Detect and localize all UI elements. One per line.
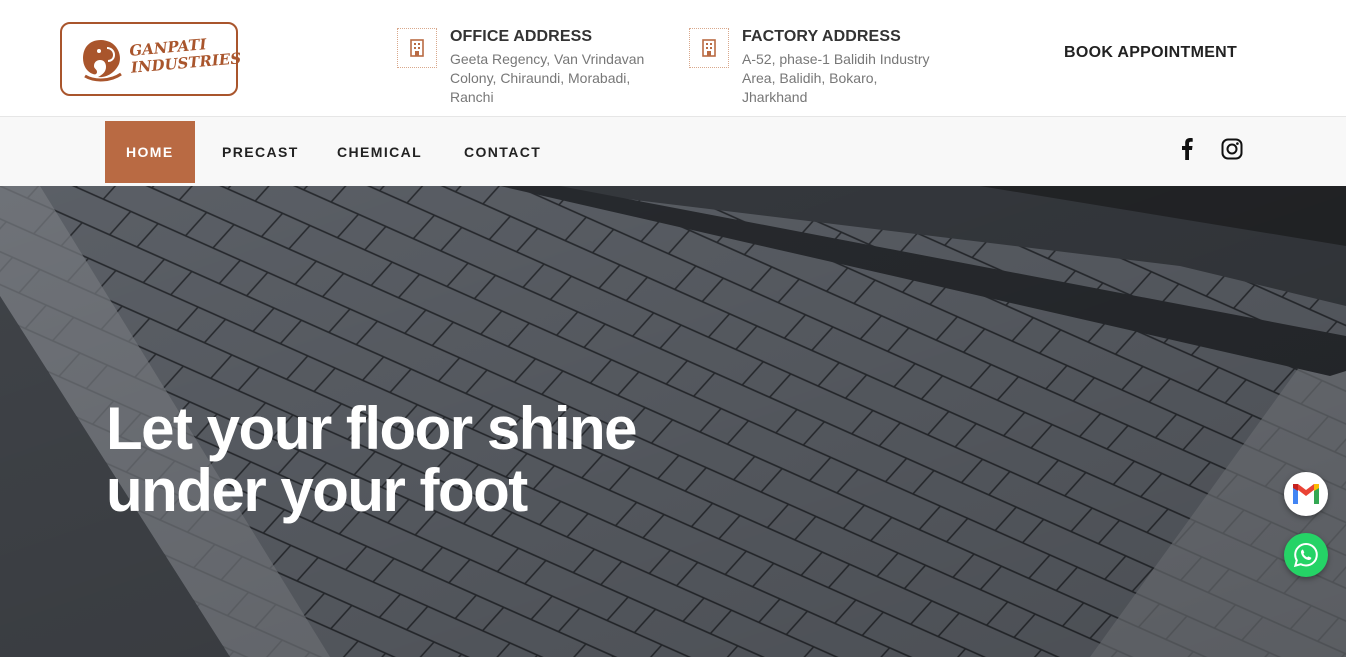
instagram-icon[interactable] [1220,137,1244,161]
hero-heading-line: under your foot [106,457,528,524]
nav-item-precast[interactable]: PRECAST [222,121,299,183]
brand-logo[interactable]: GANPATI INDUSTRIES [60,22,242,96]
hero-heading-line: Let your floor shine [106,395,638,462]
gmail-icon[interactable] [1284,472,1328,516]
elephant-icon [83,40,122,82]
hero-banner: Let your floor shine under your foot [0,186,1346,657]
office-address-line: Geeta Regency, Van Vrindavan [450,51,645,67]
main-nav: HOME PRECAST CHEMICAL CONTACT [0,117,1346,186]
factory-address-title: FACTORY ADDRESS [742,28,901,45]
facebook-icon[interactable] [1175,137,1199,161]
building-icon [397,28,437,68]
factory-address-text: A-52, phase-1 Balidih Industry Area, Bal… [742,50,930,107]
whatsapp-icon[interactable] [1284,533,1328,577]
factory-address-line: Jharkhand [742,89,808,105]
factory-address-line: A-52, phase-1 Balidih Industry [742,51,930,67]
book-appointment-link[interactable]: BOOK APPOINTMENT [1064,44,1237,62]
factory-address-line: Area, Balidih, Bokaro, [742,70,878,86]
hero-heading: Let your floor shine under your foot [106,395,638,524]
office-address-title: OFFICE ADDRESS [450,28,593,45]
brand-name: GANPATI INDUSTRIES [129,33,242,77]
site-header: GANPATI INDUSTRIES OFFICE ADDRESS Geeta … [0,0,1346,117]
nav-item-chemical[interactable]: CHEMICAL [337,121,422,183]
office-address-line: Ranchi [450,89,494,105]
office-address-line: Colony, Chiraundi, Morabadi, [450,70,631,86]
nav-item-home[interactable]: HOME [105,121,195,183]
office-address-text: Geeta Regency, Van Vrindavan Colony, Chi… [450,50,644,107]
nav-item-contact[interactable]: CONTACT [464,121,541,183]
building-icon [689,28,729,68]
